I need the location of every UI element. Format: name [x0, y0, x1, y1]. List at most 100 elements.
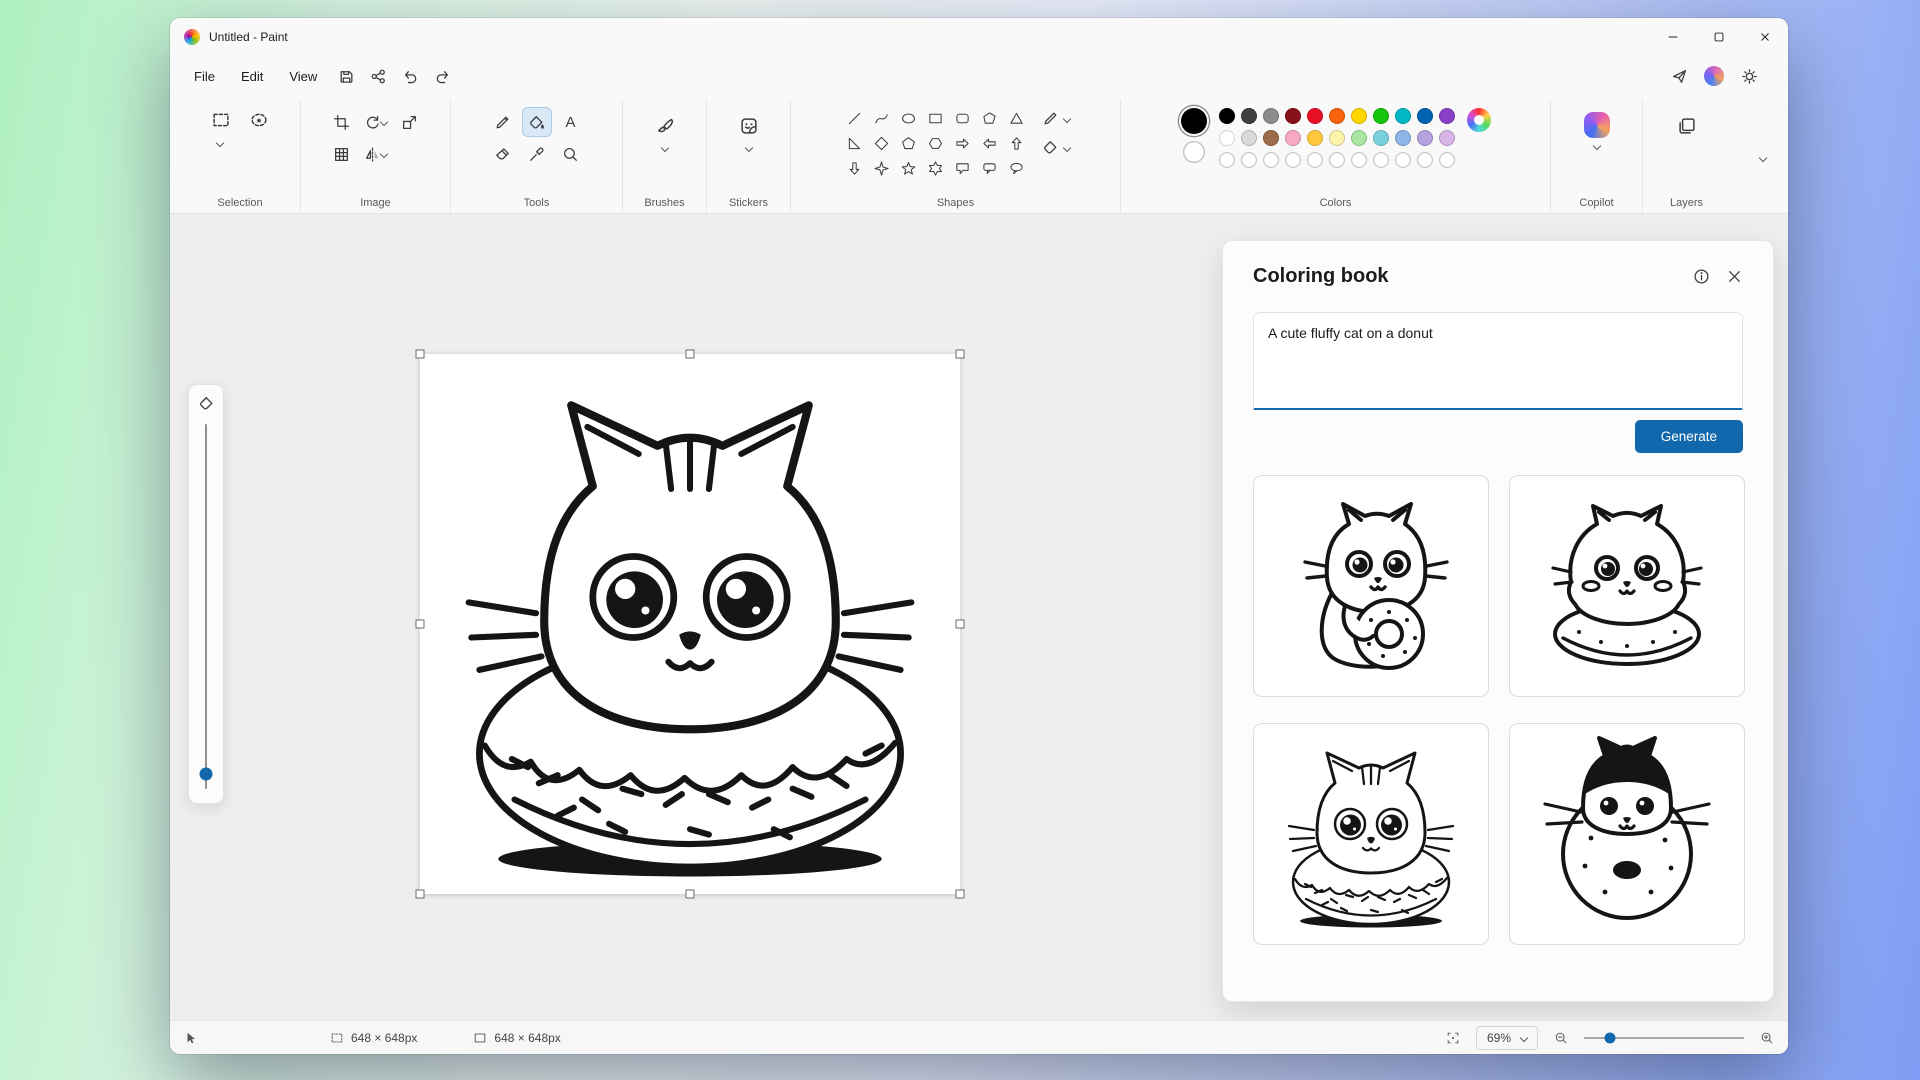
minimize-button[interactable] — [1650, 18, 1696, 56]
palette-empty-slot[interactable] — [1417, 152, 1433, 168]
flip-dropdown-chevron-icon[interactable] — [380, 150, 388, 158]
panel-close-icon[interactable] — [1726, 268, 1743, 285]
selection-handle-se[interactable] — [956, 890, 965, 899]
color2-swatch[interactable] — [1183, 141, 1205, 163]
rotate-tool[interactable] — [362, 108, 390, 136]
shape-arrow-right[interactable] — [950, 132, 976, 156]
palette-color-f7a8c4[interactable] — [1285, 130, 1301, 146]
menu-file[interactable]: File — [182, 63, 227, 90]
shape-polygon[interactable] — [977, 107, 1003, 131]
generate-button[interactable]: Generate — [1635, 420, 1743, 453]
shape-rectangle[interactable] — [923, 107, 949, 131]
palette-color-fdf4a9[interactable] — [1329, 130, 1345, 146]
palette-color-e81123[interactable] — [1307, 108, 1323, 124]
palette-color-8c8c8c[interactable] — [1263, 108, 1279, 124]
selection-dropdown-chevron-icon[interactable] — [216, 139, 224, 147]
shape-line[interactable] — [842, 107, 868, 131]
shape-callout-rect[interactable] — [950, 157, 976, 181]
crop-tool[interactable] — [328, 108, 356, 136]
palette-color-8b3fc6[interactable] — [1439, 108, 1455, 124]
shape-star-4[interactable] — [869, 157, 895, 181]
fill-tool[interactable] — [523, 108, 551, 136]
result-thumbnail-3[interactable] — [1253, 723, 1489, 945]
save-button[interactable] — [331, 61, 361, 91]
palette-color-9c6b4a[interactable] — [1263, 130, 1279, 146]
color1-swatch[interactable] — [1181, 108, 1207, 134]
shape-star-5[interactable] — [896, 157, 922, 181]
palette-color-ffffff[interactable] — [1219, 130, 1235, 146]
selection-handle-sw[interactable] — [416, 890, 425, 899]
edit-colors-wheel-icon[interactable] — [1467, 108, 1491, 132]
selection-handle-nw[interactable] — [416, 350, 425, 359]
palette-color-0063b1[interactable] — [1417, 108, 1433, 124]
palette-color-d9b3e6[interactable] — [1439, 130, 1455, 146]
shape-diamond[interactable] — [869, 132, 895, 156]
magnifier-tool[interactable] — [557, 140, 585, 168]
palette-color-ffd600[interactable] — [1351, 108, 1367, 124]
palette-empty-slot[interactable] — [1241, 152, 1257, 168]
selection-handle-s[interactable] — [686, 890, 695, 899]
palette-empty-slot[interactable] — [1219, 152, 1235, 168]
zoom-in-icon[interactable] — [1760, 1031, 1774, 1045]
shape-arrow-left[interactable] — [977, 132, 1003, 156]
palette-empty-slot[interactable] — [1263, 152, 1279, 168]
shape-callout-oval[interactable] — [1004, 157, 1030, 181]
shape-callout-round[interactable] — [977, 157, 1003, 181]
free-select-tool[interactable] — [245, 106, 273, 134]
palette-color-88121a[interactable] — [1285, 108, 1301, 124]
palette-color-ffc83d[interactable] — [1307, 130, 1323, 146]
palette-empty-slot[interactable] — [1285, 152, 1301, 168]
palette-empty-slot[interactable] — [1351, 152, 1367, 168]
pixel-grid-tool[interactable] — [328, 140, 356, 168]
resize-tool[interactable] — [396, 108, 424, 136]
shape-triangle[interactable] — [1004, 107, 1030, 131]
menu-view[interactable]: View — [277, 63, 329, 90]
palette-color-16c60c[interactable] — [1373, 108, 1389, 124]
zoom-level-dropdown[interactable]: 69% — [1476, 1026, 1538, 1050]
stickers-dropdown-chevron-icon[interactable] — [744, 144, 752, 152]
brushes-tool[interactable] — [651, 112, 679, 140]
copilot-dropdown-chevron-icon[interactable] — [1592, 142, 1600, 150]
pencil-tool[interactable] — [489, 108, 517, 136]
selection-handle-n[interactable] — [686, 350, 695, 359]
shape-curve[interactable] — [869, 107, 895, 131]
palette-empty-slot[interactable] — [1373, 152, 1389, 168]
palette-color-f7630c[interactable] — [1329, 108, 1345, 124]
palette-color-000000[interactable] — [1219, 108, 1235, 124]
result-thumbnail-1[interactable] — [1253, 475, 1489, 697]
shape-ellipse[interactable] — [896, 107, 922, 131]
shape-arrow-down[interactable] — [842, 157, 868, 181]
text-tool[interactable]: A — [557, 108, 585, 136]
stickers-tool[interactable] — [735, 112, 763, 140]
shape-hexagon[interactable] — [923, 132, 949, 156]
shape-pentagon[interactable] — [896, 132, 922, 156]
rectangle-select-tool[interactable] — [207, 106, 235, 134]
zoom-slider-track[interactable] — [1584, 1037, 1744, 1039]
brushes-dropdown-chevron-icon[interactable] — [660, 144, 668, 152]
maximize-button[interactable] — [1696, 18, 1742, 56]
settings-button[interactable] — [1734, 61, 1764, 91]
shape-star-6[interactable] — [923, 157, 949, 181]
result-thumbnail-2[interactable] — [1509, 475, 1745, 697]
palette-empty-slot[interactable] — [1307, 152, 1323, 168]
tool-size-slider-thumb[interactable] — [200, 768, 213, 781]
prompt-input[interactable]: A cute fluffy cat on a donut — [1253, 312, 1743, 410]
shape-rounded-rectangle[interactable] — [950, 107, 976, 131]
palette-color-8fb4e8[interactable] — [1395, 130, 1411, 146]
selection-handle-ne[interactable] — [956, 350, 965, 359]
share-button[interactable] — [363, 61, 393, 91]
info-icon[interactable] — [1693, 268, 1710, 285]
selection-handle-w[interactable] — [416, 620, 425, 629]
zoom-slider-thumb[interactable] — [1604, 1032, 1615, 1043]
fit-to-screen-icon[interactable] — [1446, 1031, 1460, 1045]
close-button[interactable] — [1742, 18, 1788, 56]
shape-fill-dropdown[interactable] — [1042, 139, 1070, 156]
palette-empty-slot[interactable] — [1395, 152, 1411, 168]
tool-size-slider-track[interactable] — [205, 424, 208, 789]
palette-color-7ad1dd[interactable] — [1373, 130, 1389, 146]
selection-handle-e[interactable] — [956, 620, 965, 629]
palette-empty-slot[interactable] — [1329, 152, 1345, 168]
send-feedback-button[interactable] — [1664, 61, 1694, 91]
copilot-icon[interactable] — [1584, 112, 1610, 138]
flip-tool[interactable] — [362, 140, 390, 168]
